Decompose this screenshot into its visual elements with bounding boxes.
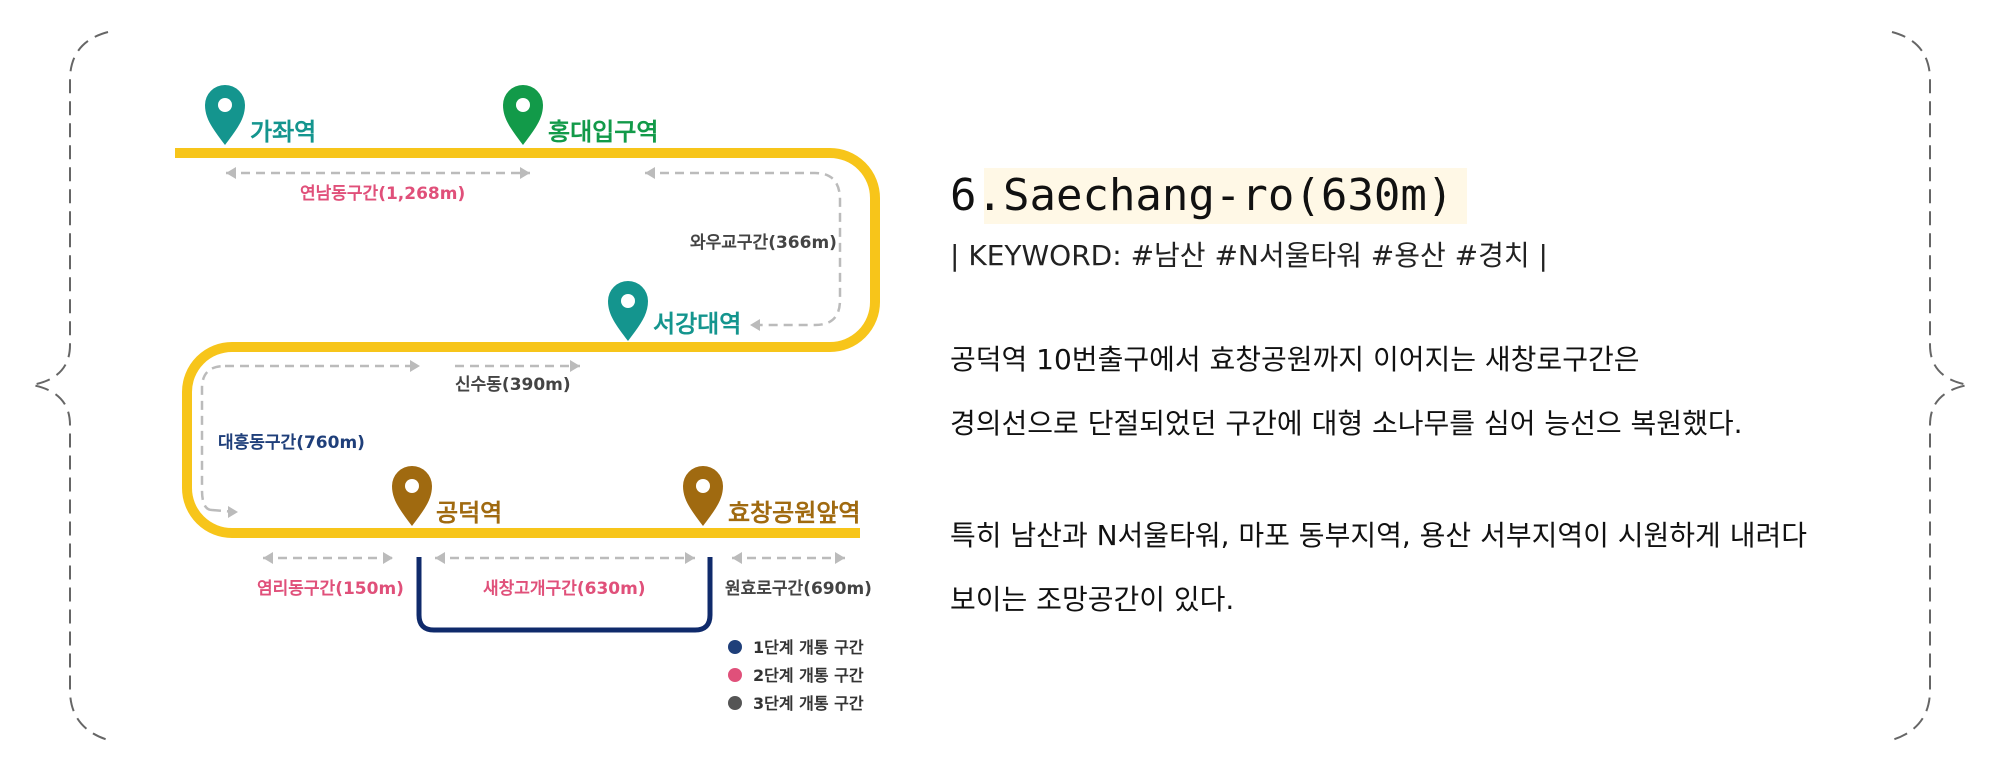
station-label-sogang: 서강대역 xyxy=(653,310,741,338)
segment-label-sinsu: 신수동(390m) xyxy=(455,375,571,395)
route-line xyxy=(175,148,880,538)
station-pin-gajwa xyxy=(205,85,245,145)
station-label-hongdae: 홍대입구역 xyxy=(548,118,658,146)
segment-label-wawoogyo: 와우교구간(366m) xyxy=(690,233,837,253)
legend-label-stage2: 2단계 개통 구간 xyxy=(753,666,864,685)
segment-label-yeomni: 염리동구간(150m) xyxy=(257,579,404,599)
segment-label-wonhyo: 원효로구간(690m) xyxy=(725,579,872,599)
segment-label-daeheung: 대흥동구간(760m) xyxy=(218,432,365,453)
station-label-gajwa: 가좌역 xyxy=(250,118,316,146)
description-line: 경의선으로 단절되었던 구간에 대형 소나무를 심어 능선으 복원했다. xyxy=(950,407,1743,440)
legend-label-stage1: 1단계 개통 구간 xyxy=(753,638,864,657)
legend-dot-stage1 xyxy=(728,640,742,654)
description-line: 특히 남산과 N서울타워, 마포 동부지역, 용산 서부지역이 시원하게 내려다 xyxy=(950,519,1807,552)
station-pin-sogang xyxy=(608,281,648,341)
keyword-line: | KEYWORD: #남산 #N서울타워 #용산 #경치 | xyxy=(950,239,1548,272)
station-label-gongdeok: 공덕역 xyxy=(436,499,502,527)
section-title: 6.Saechang-ro(630m) xyxy=(950,168,1468,224)
legend-dot-stage3 xyxy=(728,696,742,710)
route-diagram: 가좌역 홍대입구역 서강대역 공덕역 효창공원앞역 연남동구간(1,268m) … xyxy=(175,85,880,713)
description-paragraph-1: 공덕역 10번출구에서 효창공원까지 이어지는 새창로구간은 경의선으로 단절되… xyxy=(950,328,1930,456)
legend-dot-stage2 xyxy=(728,668,742,682)
segment-label-saechang: 새창고개구간(630m) xyxy=(483,579,646,599)
section-content: 6.Saechang-ro(630m) | KEYWORD: #남산 #N서울타… xyxy=(950,168,1930,632)
segment-label-yeonnam: 연남동구간(1,268m) xyxy=(300,184,465,204)
station-label-hyochang: 효창공원앞역 xyxy=(728,499,860,527)
station-pin-hongdae xyxy=(503,85,543,145)
left-brace xyxy=(31,31,109,741)
legend: 1단계 개통 구간 2단계 개통 구간 3단계 개통 구간 xyxy=(728,638,864,713)
station-pin-hyochang xyxy=(683,466,723,526)
legend-label-stage3: 3단계 개통 구간 xyxy=(753,694,864,713)
description-line: 보이는 조망공간이 있다. xyxy=(950,583,1235,616)
description-paragraph-2: 특히 남산과 N서울타워, 마포 동부지역, 용산 서부지역이 시원하게 내려다… xyxy=(950,504,1930,632)
description-line: 공덕역 10번출구에서 효창공원까지 이어지는 새창로구간은 xyxy=(950,343,1640,376)
station-pin-gongdeok xyxy=(392,466,432,526)
